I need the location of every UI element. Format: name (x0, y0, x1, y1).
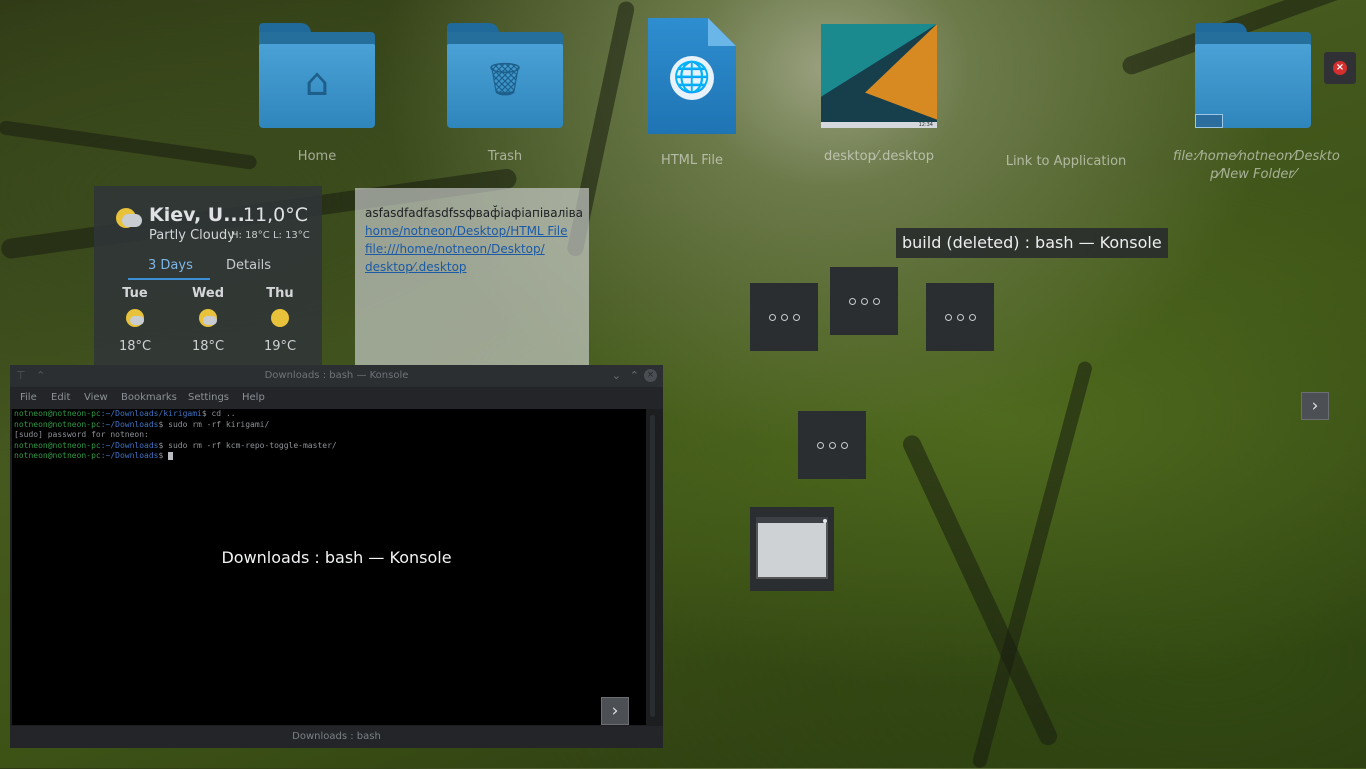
new-folder-link-icon (1195, 18, 1311, 128)
desktop-icon-label: Link to Application (1005, 154, 1127, 169)
more-icon (816, 441, 848, 449)
weather-temperature: 11,0°C (242, 204, 308, 226)
menu-settings[interactable]: Settings (188, 392, 229, 403)
desktop-icon-new-folder[interactable]: file:⁄home⁄notneon⁄Deskto p⁄New Folder⁄ (1173, 18, 1340, 184)
terminal-cursor (168, 451, 174, 460)
more-icon (944, 313, 976, 321)
terminal-area[interactable]: notneon@notneon-pc:~/Downloads/kirigami$… (12, 409, 646, 725)
terminal-line: notneon@notneon-pc:~/Downloads$ sudo rm … (14, 440, 337, 450)
menu-view[interactable]: View (84, 392, 108, 403)
sunny-icon (271, 309, 289, 327)
partly-cloudy-icon (199, 309, 217, 327)
menu-help[interactable]: Help (242, 392, 265, 403)
menu-file[interactable]: File (20, 392, 37, 403)
forecast-day: Thu 19°C (263, 286, 297, 354)
close-icon: × (1333, 61, 1347, 75)
next-arrow-button[interactable]: › (1301, 392, 1329, 420)
status-bar: Downloads : bash (10, 726, 663, 748)
next-arrow-button[interactable]: › (601, 697, 629, 725)
terminal-line: [sudo] password for notneon: (14, 430, 149, 439)
desktop-icon-trash[interactable]: 🗑 Trash (425, 18, 585, 166)
weather-tabs: 3 Days Details (128, 258, 308, 282)
html-file-icon: 🌐 (648, 18, 736, 134)
minimize-icon[interactable]: ⌄ (612, 365, 621, 387)
desktop-icon-label: desktop⁄.desktop (823, 149, 934, 164)
menu-bar: File Edit View Bookmarks Settings Help (10, 387, 663, 409)
weather-high-low: H: 18°C L: 13°C (231, 230, 310, 241)
forecast-day: Tue 18°C (118, 286, 152, 354)
close-button[interactable]: × (1324, 52, 1356, 84)
terminal-line: notneon@notneon-pc:~/Downloads$ sudo rm … (14, 419, 270, 429)
weather-condition: Partly Cloudy (149, 228, 235, 243)
window-tooltip: build (deleted) : bash — Konsole (896, 228, 1168, 258)
trash-folder-icon: 🗑 (447, 18, 563, 128)
weather-city: Kiev, U... (149, 204, 245, 226)
konsole-window[interactable]: ⊤ ⌃ Downloads : bash — Konsole ⌄ ⌃ × Fil… (10, 365, 663, 748)
desktop-icon-label: Home (297, 149, 337, 164)
terminal-line: notneon@notneon-pc:~/Downloads/kirigami$… (14, 409, 236, 418)
weather-cloud-icon (122, 214, 142, 227)
window-title: Downloads : bash — Konsole (264, 370, 409, 381)
tab-3-days[interactable]: 3 Days (148, 258, 193, 273)
note-link[interactable]: desktop⁄.desktop (355, 258, 589, 276)
maximize-icon[interactable]: ⌃ (630, 365, 639, 387)
note-text: asfasdfadfasdfssфваф̆іафіапіваліва (365, 206, 584, 220)
note-link[interactable]: file:///home/notneon/Desktop/ (355, 240, 589, 258)
desktop-file-thumbnail: 12:34 (821, 24, 937, 128)
tab-details[interactable]: Details (226, 258, 271, 273)
note-link[interactable]: home/notneon/Desktop/HTML File (355, 222, 589, 240)
globe-icon: 🌐 (670, 56, 714, 100)
desktop-icon-html-file[interactable]: 🌐 HTML File (612, 18, 772, 170)
window-thumbnail[interactable] (750, 283, 818, 351)
pin-icon[interactable]: ⊤ (16, 365, 26, 387)
status-text: Downloads : bash (292, 731, 381, 742)
more-icon (768, 313, 800, 321)
menu-bookmarks[interactable]: Bookmarks (121, 392, 177, 403)
desktop-icon-home[interactable]: ⌂ Home (237, 18, 397, 166)
notes-widget[interactable]: asfasdfadfasdfssфваф̆іафіапіваліва home/… (355, 188, 589, 368)
window-thumbnail[interactable] (926, 283, 994, 351)
desktop-icon-label: Trash (487, 149, 523, 164)
keep-above-icon[interactable]: ⌃ (36, 365, 45, 387)
active-tab-indicator (128, 278, 210, 280)
link-to-application-icon (986, 18, 1146, 134)
weather-widget[interactable]: Kiev, U... 11,0°C Partly Cloudy H: 18°C … (94, 186, 322, 376)
menu-edit[interactable]: Edit (51, 392, 70, 403)
desktop-icon-label: HTML File (660, 153, 724, 168)
window-titlebar[interactable]: ⊤ ⌃ Downloads : bash — Konsole ⌄ ⌃ × (10, 365, 663, 387)
terminal-line: notneon@notneon-pc:~/Downloads$ (12, 451, 646, 462)
desktop-icon-label: file:⁄home⁄notneon⁄Deskto p⁄New Folder⁄ (1173, 149, 1340, 182)
window-caption: Downloads : bash — Konsole (221, 548, 452, 567)
partly-cloudy-icon (126, 309, 144, 327)
window-thumbnail[interactable] (830, 267, 898, 335)
forecast-day: Wed 18°C (191, 286, 225, 354)
window-thumbnail[interactable] (750, 507, 834, 591)
desktop-icon-desktop-file[interactable]: 12:34 desktop⁄.desktop (799, 18, 959, 166)
home-folder-icon: ⌂ (259, 18, 375, 128)
window-thumbnail[interactable] (798, 411, 866, 479)
more-icon (848, 297, 880, 305)
close-window-icon[interactable]: × (644, 369, 657, 382)
desktop-icon-link-to-application[interactable]: Link to Application (986, 18, 1146, 171)
